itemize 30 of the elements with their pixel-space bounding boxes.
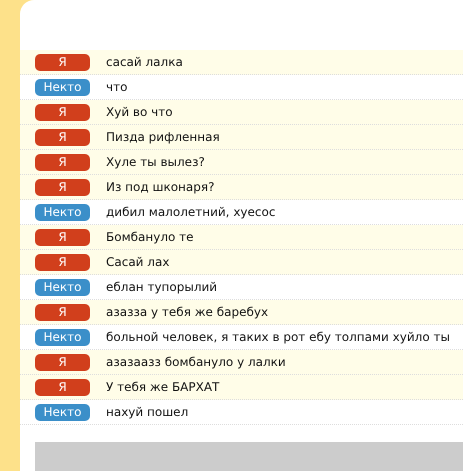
author-badge: Я (35, 154, 90, 170)
author-badge: Я (35, 178, 90, 196)
author-badge: Я (35, 378, 90, 396)
author-badge: Некто (35, 328, 90, 346)
message-text: Из под шконаря? (106, 180, 214, 194)
author-badge: Я (35, 104, 90, 120)
message-text: Хуй во что (106, 105, 173, 119)
author-badge: Я (35, 228, 90, 246)
author-badge: Я (35, 254, 90, 270)
author-badge: Я (35, 304, 90, 320)
message-text: еблан тупорылий (106, 280, 218, 294)
author-badge: Я (35, 54, 90, 70)
message-text: У тебя же БАРХАТ (106, 380, 220, 394)
message-text: нахуй пошел (106, 405, 188, 419)
message-text: азазаазз бомбануло у лалки (106, 355, 286, 369)
message-text: что (106, 80, 128, 94)
message-text: Пизда рифленная (106, 130, 220, 144)
message-text: сасай лалка (106, 55, 183, 69)
message-text: больной человек, я таких в рот ебу толпами хуйло ты (106, 330, 450, 344)
message-text: Сасай лах (106, 255, 170, 269)
author-badge: Некто (35, 278, 90, 296)
author-badge: Некто (35, 204, 90, 220)
message-text: Хуле ты вылез? (106, 155, 205, 169)
author-badge: Я (35, 354, 90, 370)
message-text: азазза у тебя же баребух (106, 305, 268, 319)
author-badge: Некто (35, 78, 90, 96)
author-badge: Я (35, 128, 90, 146)
message-text: дибил малолетний, хуесос (106, 205, 276, 219)
author-badge: Некто (35, 404, 90, 420)
message-text: Бомбануло те (106, 230, 194, 244)
